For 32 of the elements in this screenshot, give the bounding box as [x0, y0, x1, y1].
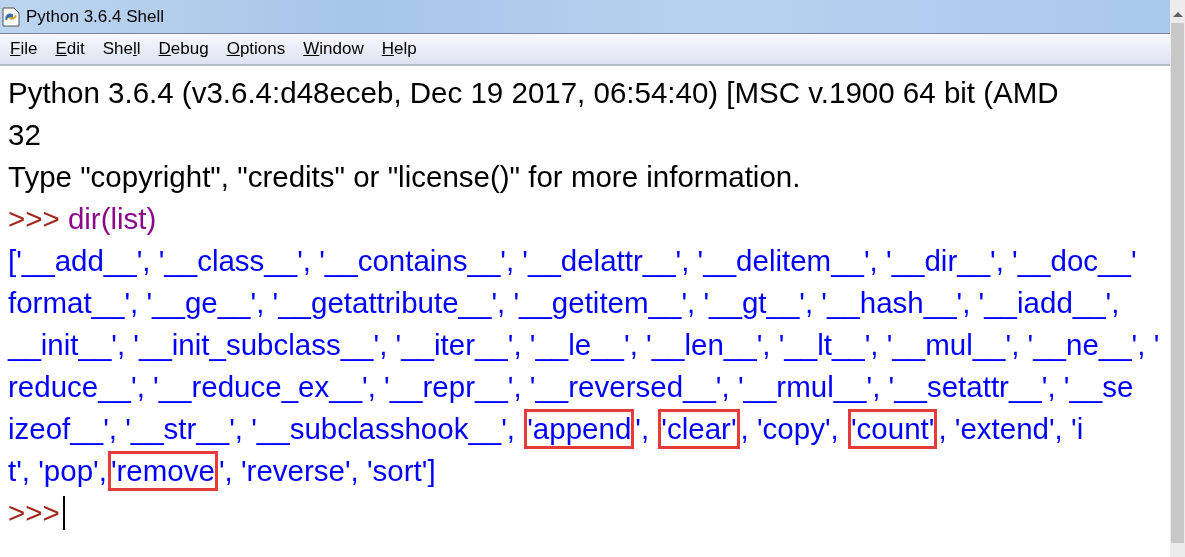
menu-item[interactable]: Window [297, 37, 370, 61]
menu-item[interactable]: Edit [49, 37, 91, 61]
output-text: ', 'reverse', 'sort'] [218, 454, 436, 488]
highlighted-text: 'count' [847, 409, 938, 449]
menu-item[interactable]: Debug [152, 37, 215, 61]
highlighted-text: 'remove [107, 451, 218, 491]
menu-item[interactable]: File [4, 37, 44, 61]
menu-item[interactable]: Options [220, 37, 292, 61]
highlighted-text: 'clear' [658, 409, 740, 449]
menu-item[interactable]: Shell [96, 37, 147, 61]
output-text: ', [635, 412, 651, 446]
output-text: __init__', '__init_subclass__', '__iter__', '__le__', '__len__', '__lt__', '__mul__', '__ne__', ' [8, 328, 1160, 362]
scrollbar[interactable] [1170, 0, 1185, 557]
menu-item[interactable]: Help [375, 37, 423, 61]
prompt: >>> [8, 201, 61, 237]
output-text: format__', '__ge__', '__getattribute__', '__getitem__', '__gt__', '__hash__', '__iadd__', [8, 286, 1120, 320]
prompt: >>> [8, 495, 60, 531]
output-text: reduce__', '__reduce_ex__', '__repr__', '__reversed__', '__rmul__', '__setattr__', '__se [8, 370, 1134, 404]
banner-text: 32 [8, 117, 42, 153]
output-text: , 'extend', 'i [938, 412, 1084, 446]
input-code: dir(list) [67, 201, 157, 237]
banner-text: Type "copyright", "credits" or "license()" for more information. [8, 159, 802, 195]
python-file-icon [2, 6, 20, 27]
scroll-thumb[interactable] [1171, 23, 1184, 543]
output-text: t', 'pop', [8, 454, 107, 488]
banner-text: Python 3.6.4 (v3.6.4:d48eceb, Dec 19 2017, 06:54:40) [MSC v.1900 64 bit (AMD [8, 75, 1060, 111]
output-text: , 'copy', [740, 412, 840, 446]
up-arrow-icon[interactable] [1171, 10, 1184, 18]
window-title: Python 3.6.4 Shell [26, 6, 164, 27]
output-text: izeof__', '__str__', '__subclasshook__', [8, 412, 517, 446]
output-text: ['__add__', '__class__', '__contains__', '__delattr__', '__delitem__', '__dir__', '__doc__' [8, 244, 1137, 278]
highlighted-text: 'append [524, 409, 635, 449]
